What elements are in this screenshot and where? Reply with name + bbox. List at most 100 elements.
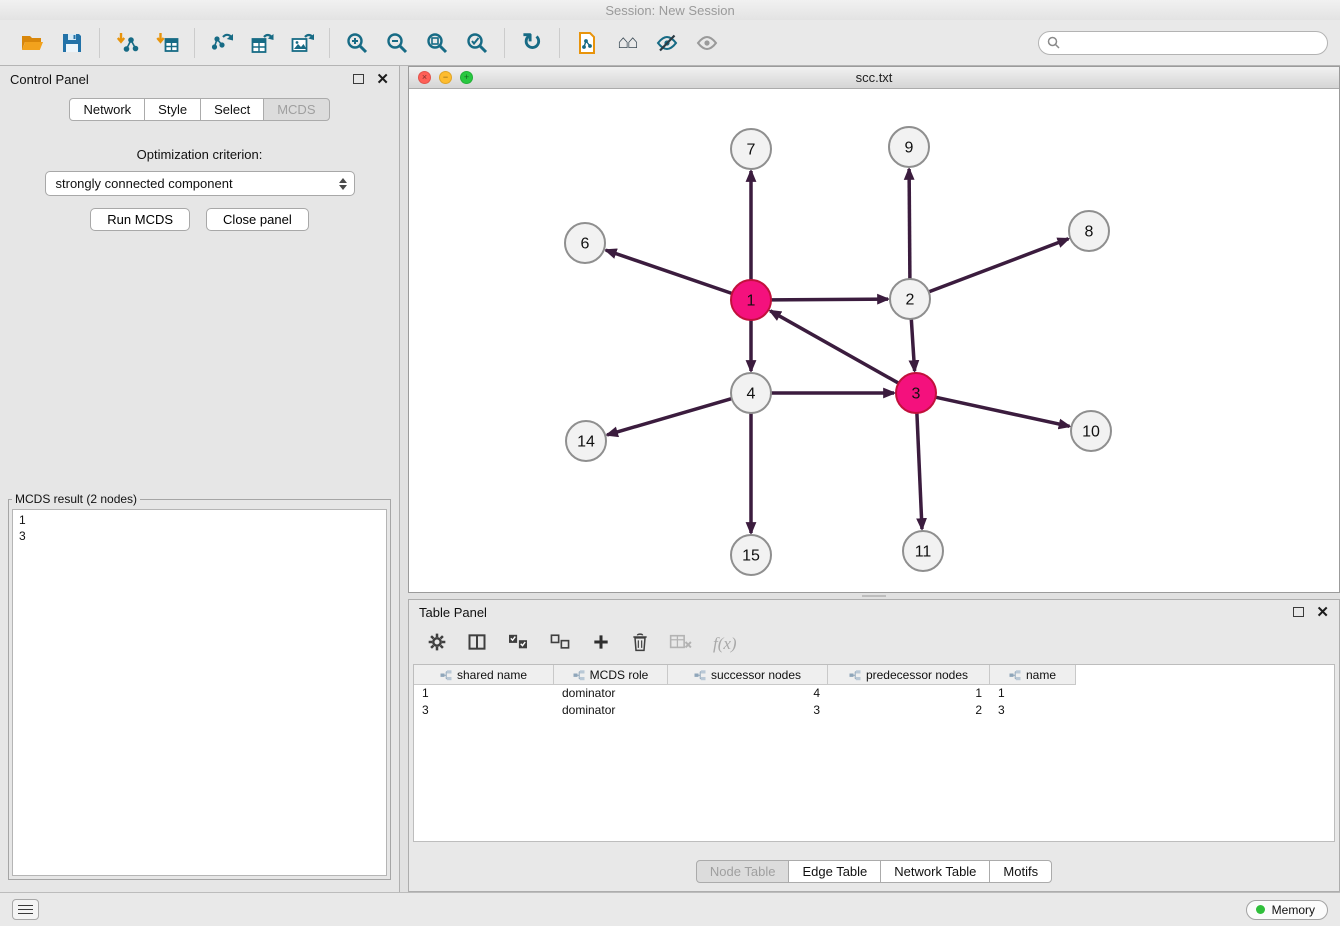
edge-3-10[interactable]: [936, 397, 1070, 426]
tab-style[interactable]: Style: [144, 98, 201, 121]
node-label: 10: [1082, 424, 1100, 441]
tab-edge-table[interactable]: Edge Table: [788, 860, 881, 883]
tab-motifs[interactable]: Motifs: [989, 860, 1052, 883]
column-header-MCDS-role[interactable]: MCDS role: [554, 665, 668, 685]
task-history-button[interactable]: [12, 899, 39, 920]
list-icon: [18, 905, 33, 907]
edge-2-3[interactable]: [911, 319, 914, 371]
create-column-button[interactable]: [591, 632, 611, 657]
edge-3-11[interactable]: [917, 413, 922, 529]
vertical-splitter[interactable]: [400, 66, 408, 892]
graph-node-4[interactable]: 4: [731, 373, 771, 413]
export-network-icon: [210, 31, 234, 55]
export-table-button[interactable]: [242, 24, 282, 62]
column-type-icon: [573, 670, 585, 681]
node-label: 11: [915, 544, 932, 561]
table-cell: 4: [668, 685, 828, 702]
export-network-button[interactable]: [202, 24, 242, 62]
main-area: Control Panel ✕ NetworkStyleSelectMCDS O…: [0, 66, 1340, 892]
tab-select[interactable]: Select: [200, 98, 264, 121]
table-header-row: shared name MCDS role successor nodes pr…: [414, 665, 1076, 685]
toolbar-separator: [99, 28, 100, 58]
optimization-criterion-select[interactable]: strongly connected component: [45, 171, 355, 196]
graph-node-15[interactable]: 15: [731, 535, 771, 575]
table-row[interactable]: 3dominator323: [414, 702, 1334, 719]
import-table-icon: [155, 31, 179, 55]
table-settings-button[interactable]: [427, 632, 447, 657]
edge-2-9[interactable]: [909, 169, 910, 279]
search-icon: [1047, 36, 1060, 49]
refresh-icon: ↻: [522, 31, 542, 55]
import-table-button[interactable]: [147, 24, 187, 62]
node-label: 4: [747, 386, 756, 403]
tab-network-table[interactable]: Network Table: [880, 860, 990, 883]
edge-1-2[interactable]: [771, 299, 888, 300]
import-network-button[interactable]: [107, 24, 147, 62]
save-session-button[interactable]: [52, 24, 92, 62]
graph-node-9[interactable]: 9: [889, 127, 929, 167]
export-image-icon: [290, 31, 314, 55]
edge-4-14[interactable]: [607, 399, 732, 435]
window-close-icon[interactable]: ×: [418, 71, 431, 84]
zoom-in-button[interactable]: [337, 24, 377, 62]
graph-node-1[interactable]: 1: [731, 280, 771, 320]
zoom-selected-button[interactable]: [457, 24, 497, 62]
graph-node-7[interactable]: 7: [731, 129, 771, 169]
edge-1-6[interactable]: [606, 250, 732, 293]
column-header-predecessor-nodes[interactable]: predecessor nodes: [828, 665, 990, 685]
zoom-fit-icon: [425, 31, 449, 55]
graph-node-8[interactable]: 8: [1069, 211, 1109, 251]
export-image-button[interactable]: [282, 24, 322, 62]
select-all-columns-button[interactable]: [507, 633, 529, 656]
graph-node-11[interactable]: 11: [903, 531, 943, 571]
toolbar-separator: [194, 28, 195, 58]
window-maximize-icon[interactable]: +: [460, 71, 473, 84]
float-table-panel-button[interactable]: [1293, 607, 1304, 617]
table-cell: 3: [990, 702, 1076, 719]
column-header-successor-nodes[interactable]: successor nodes: [668, 665, 828, 685]
table-cell: dominator: [554, 685, 668, 702]
search-input[interactable]: [1065, 35, 1319, 51]
delete-column-button[interactable]: [631, 632, 649, 657]
edge-3-1[interactable]: [770, 311, 898, 383]
close-panel-button-2[interactable]: Close panel: [206, 208, 309, 231]
edge-2-8[interactable]: [929, 239, 1069, 292]
tab-node-table[interactable]: Node Table: [696, 860, 790, 883]
trash-icon: [631, 632, 649, 652]
graph-node-2[interactable]: 2: [890, 279, 930, 319]
graph-node-6[interactable]: 6: [565, 223, 605, 263]
toggle-graphics-details-button[interactable]: [647, 24, 687, 62]
column-header-name[interactable]: name: [990, 665, 1076, 685]
search-field[interactable]: [1038, 31, 1328, 55]
close-table-panel-button[interactable]: ✕: [1316, 605, 1329, 620]
network-from-file-button[interactable]: [567, 24, 607, 62]
memory-button[interactable]: Memory: [1246, 900, 1328, 920]
home-icon: ⌂⌂: [618, 33, 637, 52]
network-canvas[interactable]: 7 9 6 8 1 2 4 3 14 10 15 11: [409, 89, 1339, 592]
node-label: 1: [747, 293, 756, 310]
table-cell: 1: [414, 685, 554, 702]
select-all-icon: [507, 633, 529, 651]
open-session-button[interactable]: [12, 24, 52, 62]
show-columns-button[interactable]: [467, 632, 487, 657]
close-panel-button[interactable]: ✕: [376, 72, 389, 87]
tab-network[interactable]: Network: [69, 98, 145, 121]
column-header-shared-name[interactable]: shared name: [414, 665, 554, 685]
zoom-out-button[interactable]: [377, 24, 417, 62]
run-mcds-button[interactable]: Run MCDS: [90, 208, 190, 231]
graph-node-3[interactable]: 3: [896, 373, 936, 413]
deselect-all-columns-button[interactable]: [549, 633, 571, 656]
mcds-result-box: MCDS result (2 nodes) 1 3: [8, 492, 391, 880]
float-panel-button[interactable]: [353, 74, 364, 84]
export-table-icon: [250, 31, 274, 55]
graph-node-10[interactable]: 10: [1071, 411, 1111, 451]
table-row[interactable]: 1dominator411: [414, 685, 1334, 702]
home-networks-button[interactable]: ⌂⌂: [607, 24, 647, 62]
refresh-layout-button[interactable]: ↻: [512, 24, 552, 62]
graph-node-14[interactable]: 14: [566, 421, 606, 461]
column-label: MCDS role: [590, 668, 649, 682]
zoom-fit-button[interactable]: [417, 24, 457, 62]
window-minimize-icon[interactable]: −: [439, 71, 452, 84]
window-titlebar: Session: New Session: [0, 0, 1340, 20]
tab-mcds[interactable]: MCDS: [263, 98, 329, 121]
